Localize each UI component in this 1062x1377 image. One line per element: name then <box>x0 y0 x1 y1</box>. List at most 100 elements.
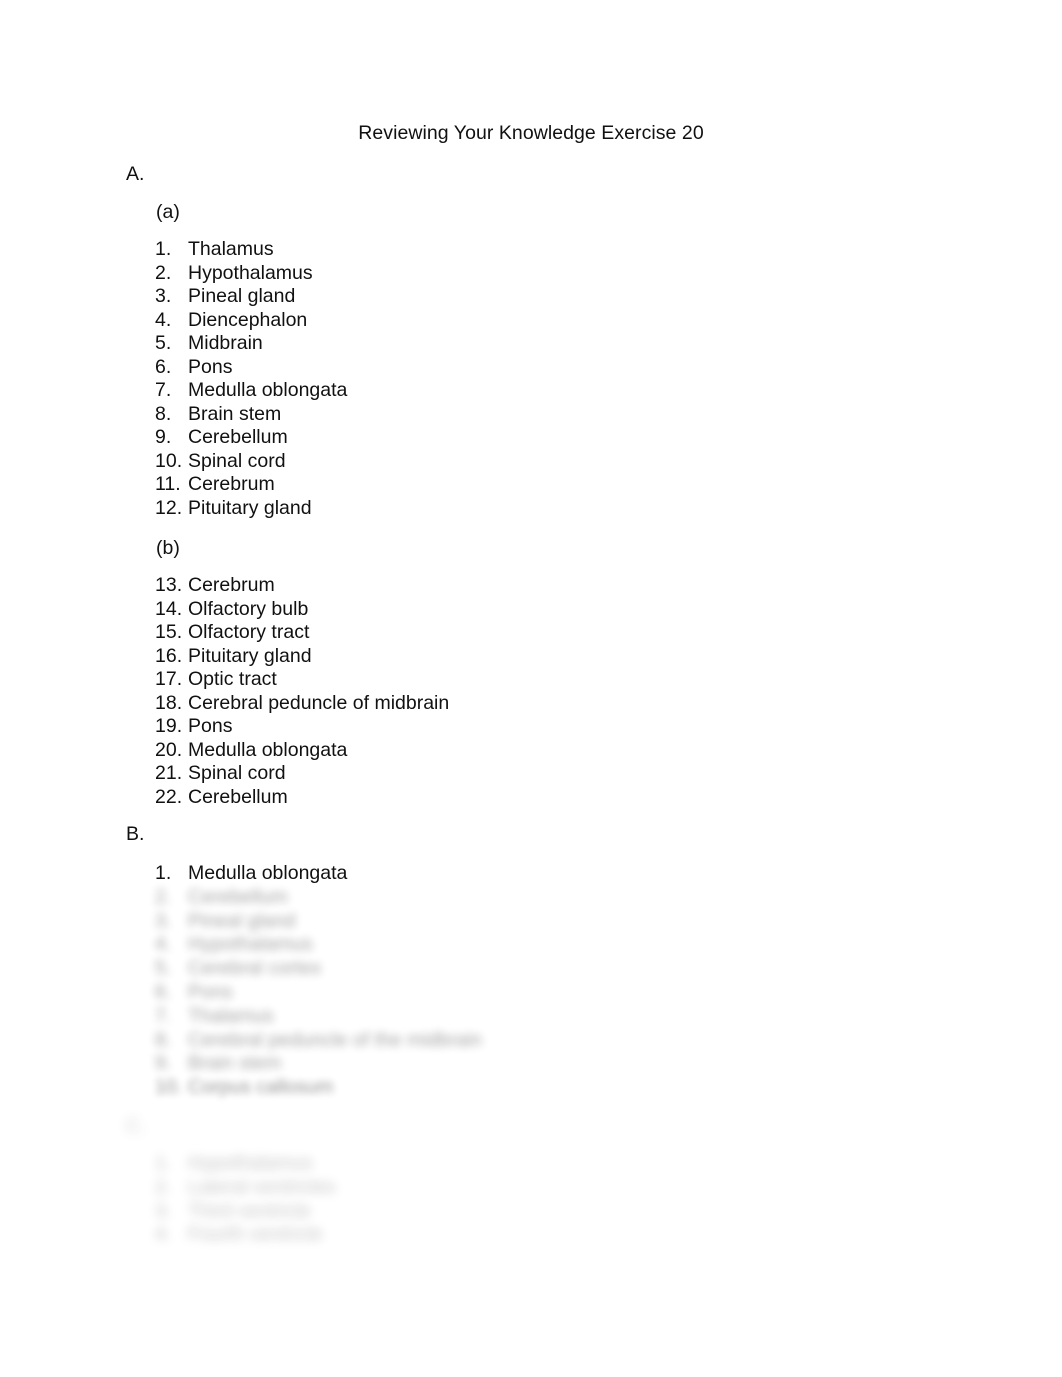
list-item-text: Fourth ventricle <box>188 1223 323 1246</box>
list-item: 3. Pineal gland <box>155 285 347 309</box>
list-item-text: Optic tract <box>188 668 277 690</box>
list-item-text: Brain stem <box>188 402 282 425</box>
list-item-text: Third ventricle <box>188 1199 311 1222</box>
list-item: 9. Cerebellum <box>155 426 347 450</box>
list-item-number: 4. <box>155 308 172 331</box>
list-item-number: 19. <box>155 715 183 737</box>
list-item-text: Cerebrum <box>188 473 275 495</box>
list-item: 4. Fourth ventricle <box>155 1223 335 1247</box>
list-item: 9. Brain stem <box>155 1052 482 1076</box>
list-item: 5. Midbrain <box>155 332 347 356</box>
list-item-text: Diencephalon <box>188 308 308 331</box>
list-item-number: 11. <box>155 473 181 495</box>
list-item-text: Corpus callosum <box>188 1076 334 1099</box>
list-item: 20. Medulla oblongata <box>155 739 449 763</box>
list-item-number: 3. <box>155 285 172 307</box>
list-item: 17. Optic tract <box>155 668 449 692</box>
list-item: 6. Pons <box>155 981 482 1005</box>
list-item-number: 14. <box>155 597 183 620</box>
section-letter-b: B. <box>126 823 145 845</box>
list-item-text: Olfactory tract <box>188 621 310 643</box>
list-item-number: 1. <box>155 862 172 884</box>
subsection-label-a-a: (a) <box>156 201 180 223</box>
list-item: 1. Hypothalamus <box>155 1152 335 1176</box>
list-item-text: Spinal cord <box>188 762 286 784</box>
list-item: 14. Olfactory bulb <box>155 598 449 622</box>
list-item-text: Pituitary gland <box>188 644 312 667</box>
list-item-text: Medulla oblongata <box>188 738 348 761</box>
list-item-number: 15. <box>155 621 183 643</box>
list-item-number: 17. <box>155 668 183 690</box>
section-letter-c: C. <box>126 1115 146 1137</box>
list-item: 15. Olfactory tract <box>155 621 449 645</box>
list-item: 7. Medulla oblongata <box>155 379 347 403</box>
list-item: 12. Pituitary gland <box>155 497 347 521</box>
list-item-number: 10. <box>155 449 183 472</box>
answer-list-b: 1. Medulla oblongata 2. Cerebellum 3. Pinea… <box>155 862 482 1100</box>
list-item: 2. Cerebellum <box>155 886 482 910</box>
list-item: 4. Hypothalamus <box>155 933 482 957</box>
list-item-text: Lateral ventricles <box>188 1175 336 1198</box>
list-item: 6. Pons <box>155 356 347 380</box>
list-item-text: Brain stem <box>188 1052 282 1075</box>
page-title: Reviewing Your Knowledge Exercise 20 <box>358 122 704 144</box>
list-item-number: 22. <box>155 785 183 808</box>
list-item-text: Pons <box>188 715 233 737</box>
list-item-number: 1. <box>155 238 172 260</box>
list-item-text: Hypothalamus <box>188 933 313 956</box>
list-item-number: 8. <box>155 402 172 425</box>
list-item: 1. Thalamus <box>155 238 347 262</box>
section-letter-a: A. <box>126 163 145 185</box>
list-item-number: 1. <box>155 1152 172 1174</box>
list-item-text: Midbrain <box>188 332 263 354</box>
list-item-text: Hypothalamus <box>188 1152 313 1174</box>
list-item-number: 12. <box>155 496 183 519</box>
list-item-number: 20. <box>155 738 183 761</box>
list-item-number: 3. <box>155 909 172 932</box>
list-item-number: 10. <box>155 1076 183 1099</box>
list-item-number: 4. <box>155 933 172 956</box>
list-item-number: 6. <box>155 980 172 1003</box>
list-item-number: 2. <box>155 885 172 908</box>
list-item: 13. Cerebrum <box>155 574 449 598</box>
list-item-number: 3. <box>155 1199 172 1222</box>
list-item-number: 2. <box>155 261 172 284</box>
list-item: 8. Brain stem <box>155 403 347 427</box>
list-item-text: Pineal gland <box>188 909 296 932</box>
document-page: Reviewing Your Knowledge Exercise 20 A. … <box>0 0 1062 1377</box>
answer-list-a-a: 1. Thalamus 2. Hypothalamus 3. Pineal gland… <box>155 238 347 520</box>
list-item: 19. Pons <box>155 715 449 739</box>
list-item-number: 21. <box>155 762 183 784</box>
list-item-text: Olfactory bulb <box>188 597 309 620</box>
list-item-number: 6. <box>155 355 172 378</box>
list-item-number: 18. <box>155 691 183 714</box>
list-item-text: Cerebellum <box>188 785 288 808</box>
list-item-text: Pons <box>188 355 233 378</box>
list-item-text: Cerebellum <box>188 426 288 448</box>
subsection-label-a-b: (b) <box>156 537 180 559</box>
list-item-number: 4. <box>155 1223 172 1246</box>
list-item-text: Cerebellum <box>188 885 288 908</box>
list-item-text: Medulla oblongata <box>188 379 348 401</box>
list-item-text: Spinal cord <box>188 449 286 472</box>
list-item-text: Thalamus <box>188 238 274 260</box>
list-item-number: 7. <box>155 1004 172 1027</box>
list-item-number: 13. <box>155 574 183 596</box>
list-item-text: Thalamus <box>188 1004 274 1027</box>
list-item: 21. Spinal cord <box>155 762 449 786</box>
list-item: 7. Thalamus <box>155 1005 482 1029</box>
list-item-number: 5. <box>155 332 172 354</box>
list-item-text: Medulla oblongata <box>188 862 348 884</box>
list-item: 10. Spinal cord <box>155 450 347 474</box>
list-item-text: Pituitary gland <box>188 496 312 519</box>
list-item: 5. Cerebral cortex <box>155 957 482 981</box>
list-item: 8. Cerebral peduncle of the midbrain <box>155 1029 482 1053</box>
list-item-number: 16. <box>155 644 183 667</box>
list-item-number: 5. <box>155 957 172 980</box>
list-item: 2. Lateral ventricles <box>155 1176 335 1200</box>
list-item: 2. Hypothalamus <box>155 262 347 286</box>
list-item-number: 9. <box>155 1052 172 1075</box>
list-item: 22. Cerebellum <box>155 786 449 810</box>
list-item-text: Cerebrum <box>188 574 275 596</box>
list-item: 3. Pineal gland <box>155 910 482 934</box>
